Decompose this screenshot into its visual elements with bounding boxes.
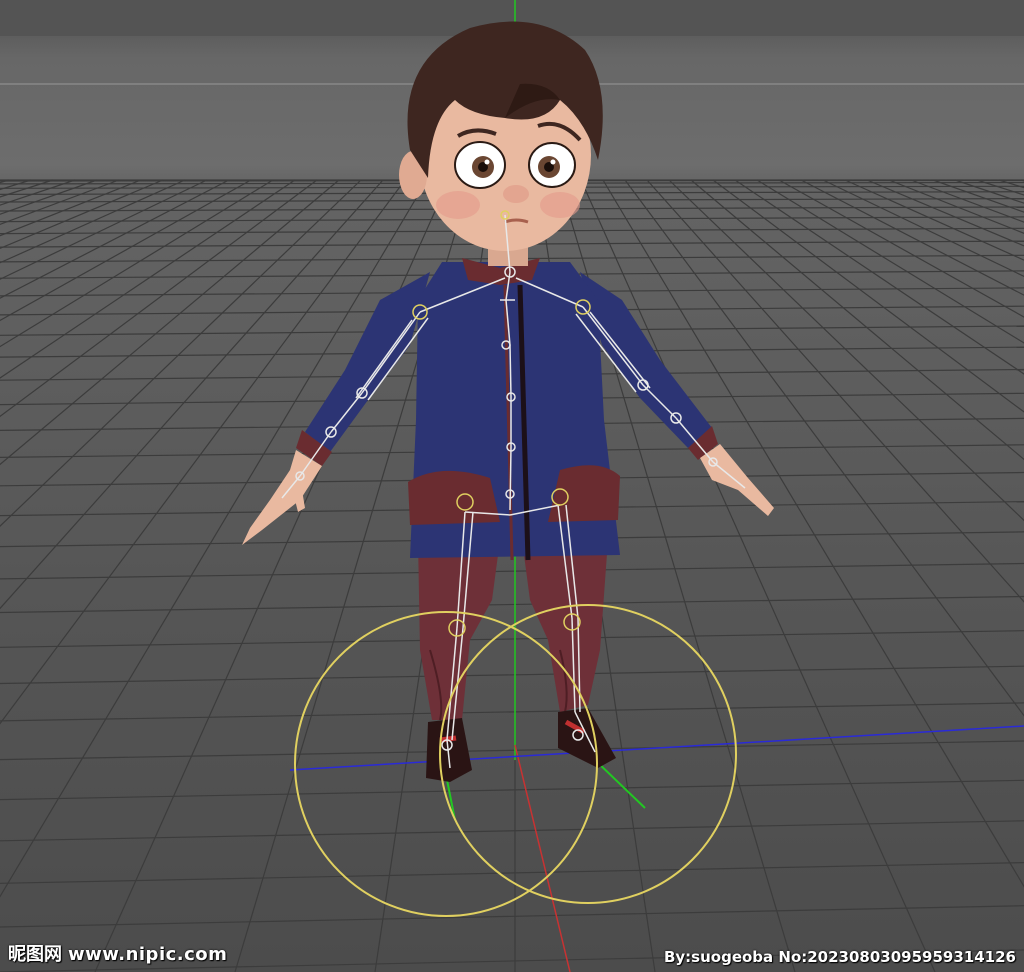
watermark-brand: 昵图网 <box>8 944 62 965</box>
grid-line <box>734 179 1024 375</box>
right-shoe <box>558 708 616 768</box>
grid-line <box>690 179 1024 461</box>
grid-line <box>0 779 1024 801</box>
grid-line <box>756 179 1024 344</box>
grid-line <box>0 595 1024 614</box>
left-eye-highlight <box>484 159 490 165</box>
grid-line <box>602 179 1024 888</box>
grid-line <box>0 665 1024 685</box>
grid-line <box>954 179 1024 204</box>
grid-line <box>580 179 936 972</box>
3d-viewport[interactable]: 昵图网 www.nipic.com By:suogeoba No:20230803… <box>0 0 1024 972</box>
grid-line <box>0 862 1024 884</box>
right-cheek <box>540 192 580 218</box>
right-foot-axis <box>594 759 646 809</box>
watermark-site: 昵图网 www.nipic.com <box>8 940 227 966</box>
grid-line <box>646 179 1024 603</box>
grid-line <box>0 179 164 250</box>
watermark-credit: By:suogeoba No:20230803095959314126 <box>663 948 1016 966</box>
grid-line <box>0 179 142 237</box>
grid-line <box>778 179 1024 318</box>
left-cheek <box>436 191 480 219</box>
left-pant-leg <box>418 540 500 720</box>
left-pocket <box>408 470 500 525</box>
grid-line <box>998 179 1024 189</box>
grid-line <box>0 179 98 215</box>
grid-line <box>0 562 1024 580</box>
character-model[interactable] <box>242 21 774 782</box>
grid-line <box>0 179 120 226</box>
nose <box>503 185 529 203</box>
grid-line <box>668 179 1024 522</box>
watermark-url: www.nipic.com <box>68 944 228 965</box>
grid-line <box>932 179 1024 213</box>
grid-line <box>0 179 54 198</box>
grid-line <box>0 702 1024 722</box>
grid-line <box>0 179 10 184</box>
grid-line <box>624 179 1024 717</box>
grid-line <box>910 179 1024 223</box>
x-axis-line <box>289 725 1024 771</box>
viewport-scene[interactable] <box>0 0 1024 972</box>
world-axes <box>289 0 1024 972</box>
right-eye-highlight <box>550 159 556 165</box>
z-axis-line <box>514 744 571 972</box>
grid-line <box>0 905 1024 928</box>
grid-line <box>822 179 1024 278</box>
grid-line <box>0 820 1024 842</box>
